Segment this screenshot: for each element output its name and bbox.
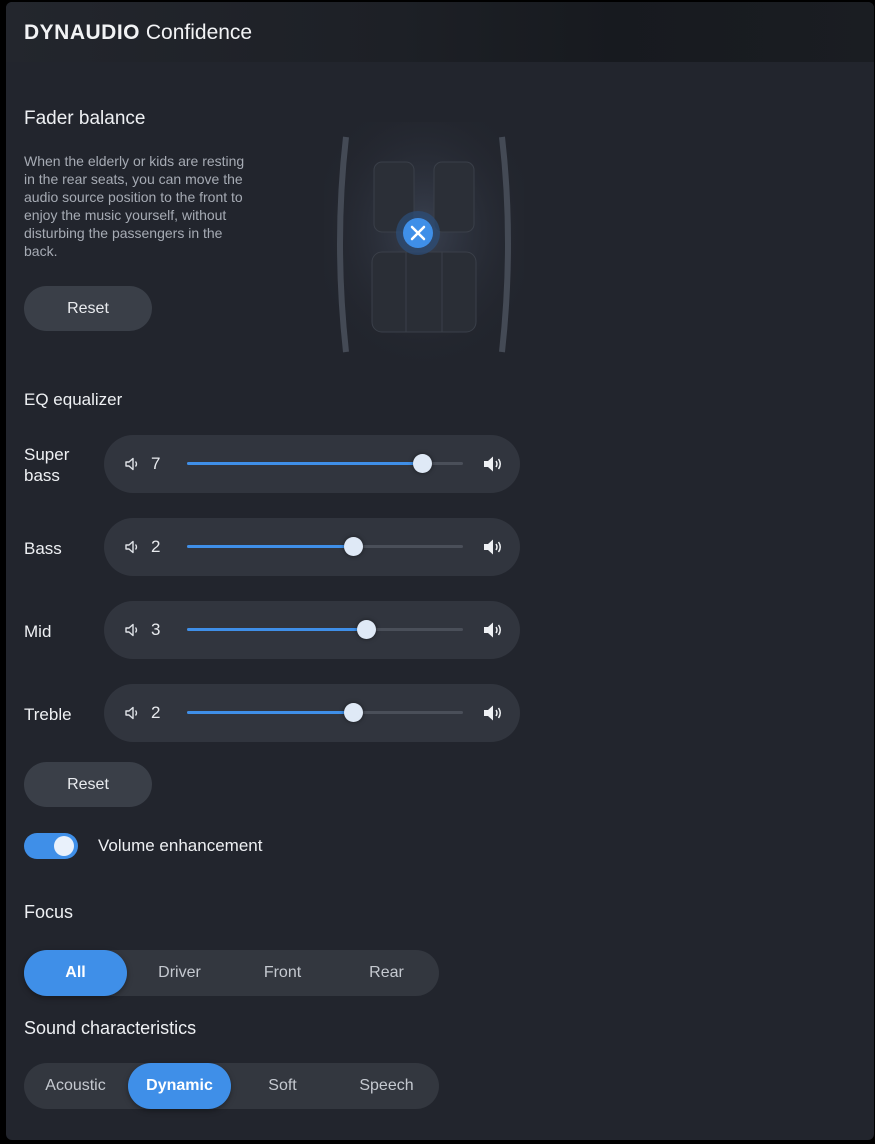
eq-track[interactable] xyxy=(187,703,463,722)
speaker-high-icon xyxy=(484,622,501,638)
speaker-low-icon xyxy=(125,623,138,637)
eq-label-treble: Treble xyxy=(24,705,72,724)
eq-value: 7 xyxy=(151,454,161,473)
focus-segmented-control: All Driver Front Rear xyxy=(24,950,439,996)
eq-value: 2 xyxy=(151,537,161,556)
eq-slider-bass[interactable]: 2 xyxy=(104,518,520,576)
fader-balance-title: Fader balance xyxy=(24,108,146,129)
eq-thumb[interactable] xyxy=(343,537,363,556)
product-name: Confidence xyxy=(145,21,253,44)
fader-reset-button[interactable]: Reset xyxy=(24,286,152,331)
eq-slider-mid[interactable]: 3 xyxy=(104,601,520,659)
eq-reset-button[interactable]: Reset xyxy=(24,762,152,807)
speaker-high-icon xyxy=(484,456,501,472)
sound-characteristics-title: Sound characteristics xyxy=(24,1018,197,1038)
eq-track[interactable] xyxy=(187,620,463,639)
focus-title: Focus xyxy=(24,902,74,922)
eq-value: 3 xyxy=(151,620,161,639)
eq-fill xyxy=(187,462,422,465)
eq-track[interactable] xyxy=(187,454,463,473)
eq-fill xyxy=(187,628,367,631)
brand-name: DYNAUDIO xyxy=(24,21,141,44)
fader-balance-description: When the elderly or kids are resting in … xyxy=(24,153,245,259)
eq-title: EQ equalizer xyxy=(24,390,123,409)
sound-option-acoustic[interactable]: Acoustic xyxy=(24,1063,127,1109)
eq-value: 2 xyxy=(151,703,161,722)
audio-settings-window: DYNAUDIO Confidence Fader balance When t… xyxy=(6,2,874,1140)
volume-enhancement-toggle[interactable] xyxy=(24,833,78,859)
app-header: DYNAUDIO Confidence xyxy=(6,2,874,62)
eq-slider-treble[interactable]: 2 xyxy=(104,684,520,742)
eq-fill xyxy=(187,545,353,548)
speaker-high-icon xyxy=(484,705,501,721)
sound-segmented-control: Acoustic Dynamic Soft Speech xyxy=(24,1063,439,1109)
focus-option-driver[interactable]: Driver xyxy=(128,950,231,996)
eq-label-super-bass: Super bass xyxy=(24,445,70,485)
focus-option-all[interactable]: All xyxy=(24,950,127,996)
sound-option-dynamic[interactable]: Dynamic xyxy=(128,1063,231,1109)
eq-label-bass: Bass xyxy=(24,539,62,558)
eq-thumb[interactable] xyxy=(357,620,377,639)
eq-fill xyxy=(187,711,353,714)
focus-option-rear[interactable]: Rear xyxy=(335,950,438,996)
eq-slider-super-bass[interactable]: 7 xyxy=(104,435,520,493)
focus-option-front[interactable]: Front xyxy=(231,950,334,996)
speaker-high-icon xyxy=(484,539,501,555)
volume-enhancement-label: Volume enhancement xyxy=(98,836,263,855)
speaker-low-icon xyxy=(125,540,138,554)
sound-option-soft[interactable]: Soft xyxy=(231,1063,334,1109)
eq-label-mid: Mid xyxy=(24,622,52,641)
toggle-knob xyxy=(54,836,74,856)
speaker-low-icon xyxy=(125,706,138,720)
speaker-low-icon xyxy=(125,457,138,471)
eq-thumb[interactable] xyxy=(412,454,432,473)
sound-option-speech[interactable]: Speech xyxy=(335,1063,438,1109)
car-seat-map[interactable] xyxy=(324,122,524,362)
brand-logo: DYNAUDIO Confidence xyxy=(24,21,252,45)
eq-track[interactable] xyxy=(187,537,463,556)
eq-thumb[interactable] xyxy=(343,703,363,722)
